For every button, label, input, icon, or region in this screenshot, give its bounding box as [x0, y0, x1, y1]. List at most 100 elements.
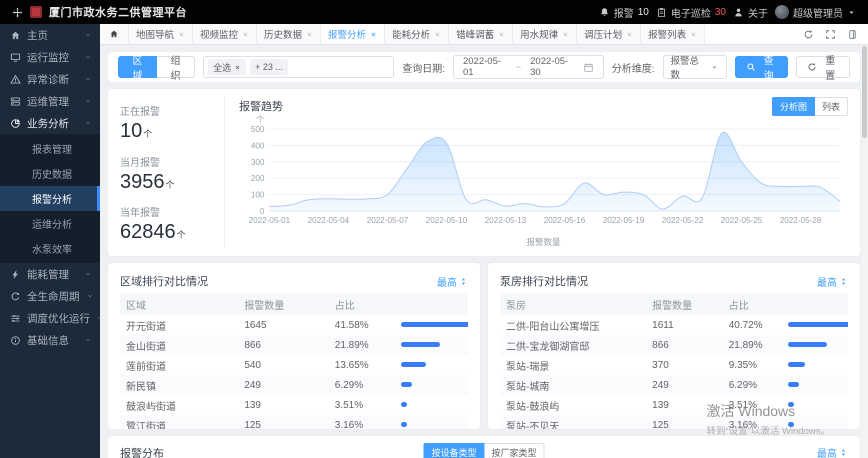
tab-0[interactable]: 地图导航 — [129, 24, 194, 44]
sidebar-item-3[interactable]: 运维管理 — [0, 90, 100, 112]
ranking-tables-row: 区域排行对比情况 最高 区域 报警数量 占比 开元街道 1645 41.58% 金山… — [108, 263, 860, 429]
alarm-indicator[interactable]: 报警 10 — [599, 5, 649, 20]
sidebar-item-1[interactable]: 运行监控 — [0, 46, 100, 68]
tab-7[interactable]: 调压计划 — [577, 24, 642, 44]
fullscreen-icon[interactable] — [825, 29, 836, 40]
alarm-count: 10 — [637, 6, 649, 18]
close-icon[interactable] — [306, 31, 313, 38]
region-sort-highest-link[interactable]: 最高 — [437, 274, 468, 289]
tab-1[interactable]: 视频监控 — [193, 24, 258, 44]
close-icon[interactable] — [178, 31, 185, 38]
sidebar-item-6[interactable]: 全生命周期 — [0, 285, 100, 307]
alarm-trend-chart: 0 100 200 300 400 500 个 2022-05-01 2022-05-04 202… — [239, 115, 848, 236]
table-row[interactable]: 泵站-不见天 125 3.16% — [500, 415, 848, 429]
distribution-sort-highest-link[interactable]: 最高 — [817, 445, 848, 458]
table-row[interactable]: 金山街道 866 21.89% — [120, 335, 468, 355]
search-button[interactable]: 查询 — [734, 56, 789, 82]
tab-6[interactable]: 用水规律 — [513, 24, 578, 44]
pct-bar — [400, 362, 426, 368]
person-icon — [733, 7, 744, 18]
table-row[interactable]: 莲前街道 540 13.65% — [120, 355, 468, 375]
reset-button[interactable]: 重置 — [796, 56, 850, 82]
sidebar-subitem-4-2[interactable]: 报警分析 — [0, 186, 100, 211]
selected-tag-more[interactable]: + 23 ... — [250, 59, 288, 75]
close-icon[interactable] — [370, 31, 377, 38]
cell-count: 139 — [244, 399, 261, 411]
stat-value: 62846个 — [120, 221, 186, 243]
about-label: 关于 — [748, 8, 768, 20]
tab-bar: 地图导航 视频监控 历史数据 报警分析 能耗分析 错峰调蓄 用水规律 调压计划 … — [100, 24, 868, 45]
cell-pct: 21.89% — [334, 339, 369, 351]
tab-home[interactable] — [100, 24, 129, 44]
close-icon[interactable] — [234, 64, 241, 71]
chart-x-axis-caption: 报警数量 — [526, 237, 561, 247]
sidebar-subitem-4-1[interactable]: 历史数据 — [0, 161, 100, 186]
scope-org-button[interactable]: 组织 — [157, 56, 196, 82]
close-icon[interactable] — [434, 31, 441, 38]
table-row[interactable]: 泵站-城南 249 6.29% — [500, 375, 848, 395]
cell-count: 249 — [244, 379, 261, 391]
sidebar-subitem-4-0[interactable]: 报表管理 — [0, 136, 100, 161]
document-icon[interactable] — [847, 29, 858, 40]
close-icon[interactable] — [562, 31, 569, 38]
view-chart-button[interactable]: 分析图 — [771, 96, 815, 116]
sidebar-item-label: 调度优化运行 — [27, 312, 90, 325]
move-icon[interactable] — [12, 7, 23, 18]
sidebar-item-0[interactable]: 主页 — [0, 24, 100, 46]
cell-pct: 6.29% — [334, 379, 364, 391]
by-vendor-type-button[interactable]: 按厂家类型 — [484, 443, 545, 458]
sidebar-subitem-4-4[interactable]: 水泵效率 — [0, 236, 100, 261]
close-icon[interactable] — [498, 31, 505, 38]
date-end-value[interactable]: 2022-05-30 — [530, 56, 574, 78]
table-row[interactable]: 鼓浪屿街道 139 3.51% — [120, 395, 468, 415]
about-button[interactable]: 关于 — [733, 5, 768, 20]
close-icon[interactable] — [690, 31, 697, 38]
sidebar-subitem-4-3[interactable]: 运维分析 — [0, 211, 100, 236]
cell-bar — [782, 355, 848, 375]
table-row[interactable]: 泵站-鼓浪屿 139 3.51% — [500, 395, 848, 415]
scope-region-button[interactable]: 区域 — [118, 56, 158, 82]
tab-label: 报警列表 — [648, 30, 687, 41]
table-row[interactable]: 二供-阳台山公寓增压 1611 40.72% — [500, 315, 848, 335]
refresh-icon[interactable] — [803, 29, 814, 40]
sidebar-item-label: 异常诊断 — [27, 73, 69, 86]
date-range-input[interactable]: 2022-05-01 ~ 2022-05-30 — [452, 55, 604, 79]
inspection-indicator[interactable]: 电子巡检 30 — [656, 5, 726, 20]
tab-3[interactable]: 报警分析 — [321, 24, 386, 44]
date-start-value[interactable]: 2022-05-01 — [463, 56, 507, 78]
close-icon[interactable] — [242, 31, 249, 38]
view-list-button[interactable]: 列表 — [814, 96, 848, 116]
cell-pct: 3.16% — [728, 419, 758, 430]
tab-5[interactable]: 错峰调蓄 — [449, 24, 514, 44]
table-row[interactable]: 开元街道 1645 41.58% — [120, 315, 468, 335]
table-row[interactable]: 二供-宝龙御湖官邸 866 21.89% — [500, 335, 848, 355]
sidebar-item-8[interactable]: 基础信息 — [0, 329, 100, 351]
search-label: 查询 — [763, 56, 774, 82]
pump-sort-highest-link[interactable]: 最高 — [817, 274, 848, 289]
tabbar-actions — [793, 24, 868, 44]
tab-2[interactable]: 历史数据 — [257, 24, 322, 44]
dimension-select[interactable]: 报警总数 — [662, 55, 727, 81]
selected-tag-all[interactable]: 全选 — [208, 59, 247, 75]
cell-bar — [395, 335, 468, 355]
table-row[interactable]: 新民镇 249 6.29% — [120, 375, 468, 395]
sidebar-item-label: 基础信息 — [27, 334, 69, 347]
cell-name: 鼓浪屿街道 — [126, 401, 176, 413]
region-multiselect-input[interactable]: 全选 + 23 ... — [203, 56, 395, 78]
tab-8[interactable]: 报警列表 — [641, 24, 706, 44]
sidebar-item-2[interactable]: 异常诊断 — [0, 68, 100, 90]
sidebar-item-7[interactable]: 调度优化运行 — [0, 307, 100, 329]
pct-bar — [787, 402, 794, 408]
user-menu[interactable]: 超级管理员 — [775, 5, 856, 20]
sidebar-item-4[interactable]: 业务分析 — [0, 112, 100, 134]
by-device-type-button[interactable]: 按设备类型 — [423, 443, 485, 458]
tab-4[interactable]: 能耗分析 — [385, 24, 450, 44]
vertical-scrollbar[interactable] — [861, 45, 868, 458]
table-row[interactable]: 鹭江街道 125 3.16% — [120, 415, 468, 429]
scrollbar-thumb[interactable] — [862, 46, 867, 138]
sidebar-item-5[interactable]: 能耗管理 — [0, 263, 100, 285]
svg-text:300: 300 — [251, 158, 265, 167]
svg-text:400: 400 — [251, 141, 265, 150]
table-row[interactable]: 泵站-瑞景 370 9.35% — [500, 355, 848, 375]
close-icon[interactable] — [626, 31, 633, 38]
